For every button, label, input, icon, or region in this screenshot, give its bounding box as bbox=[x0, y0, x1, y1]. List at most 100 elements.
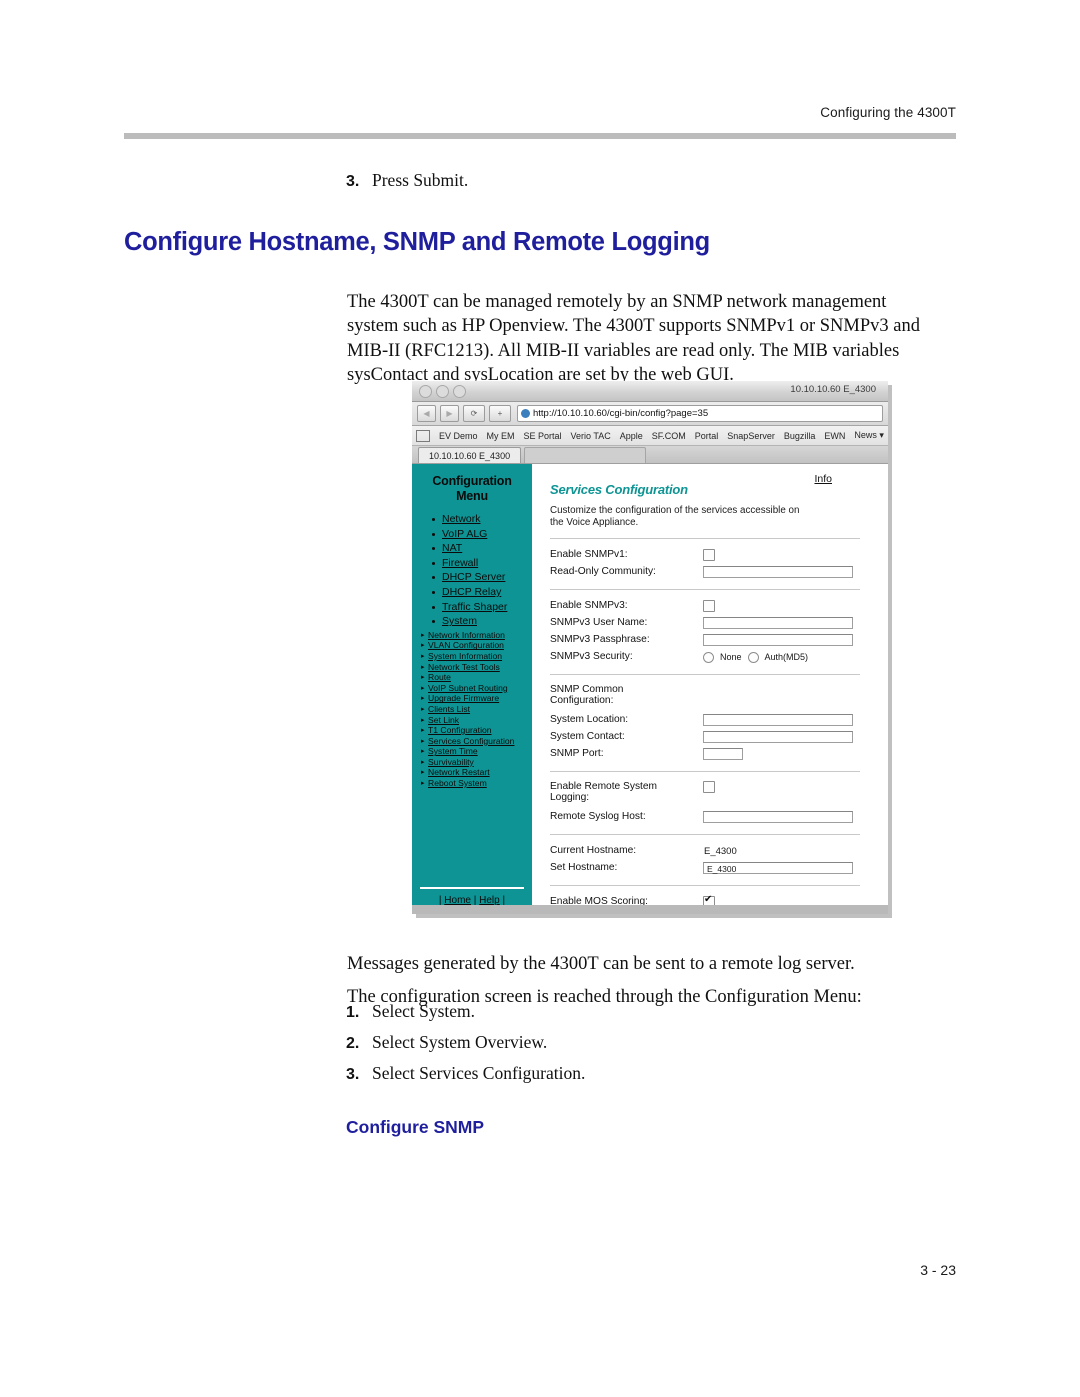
add-bookmark-button[interactable]: + bbox=[489, 405, 511, 422]
tab-empty[interactable] bbox=[524, 447, 647, 463]
minimize-icon[interactable] bbox=[436, 385, 449, 398]
maximize-icon[interactable] bbox=[453, 385, 466, 398]
submenu-link-network-restart[interactable]: Network Restart bbox=[428, 767, 490, 777]
menu-item-nat[interactable]: NAT bbox=[432, 541, 532, 556]
step-1-text: Select System. bbox=[372, 1001, 476, 1021]
menu-item-dhcp-relay[interactable]: DHCP Relay bbox=[432, 585, 532, 600]
submenu-item-set-link[interactable]: Set Link bbox=[421, 715, 529, 726]
submenu-link-system-information[interactable]: System Information bbox=[428, 651, 502, 661]
close-icon[interactable] bbox=[419, 385, 432, 398]
menu-link-system[interactable]: System bbox=[442, 615, 477, 627]
menu-item-firewall[interactable]: Firewall bbox=[432, 556, 532, 571]
submenu-link-set-link[interactable]: Set Link bbox=[428, 715, 459, 725]
field-row-system-contact: System Contact: bbox=[550, 729, 874, 746]
snmp-port-input[interactable] bbox=[703, 748, 743, 761]
bookmark-item[interactable]: EV Demo bbox=[439, 431, 478, 441]
submenu-link-system-time[interactable]: System Time bbox=[428, 746, 478, 756]
submenu-item-vlan-configuration[interactable]: VLAN Configuration bbox=[421, 640, 529, 651]
submenu-item-route[interactable]: Route bbox=[421, 672, 529, 683]
submenu-item-services-configuration[interactable]: Services Configuration bbox=[421, 736, 529, 747]
field-row-enable-snmpv1: Enable SNMPv1: bbox=[550, 547, 874, 564]
bookmark-item[interactable]: Portal bbox=[695, 431, 719, 441]
bookmark-item[interactable]: Bugzilla bbox=[784, 431, 816, 441]
tab-active[interactable]: 10.10.10.60 E_4300 bbox=[418, 447, 522, 463]
bookmarks-book-icon[interactable] bbox=[416, 429, 430, 442]
enable-snmpv3-label: Enable SNMPv3: bbox=[550, 600, 628, 612]
snmpv3-username-label: SNMPv3 User Name: bbox=[550, 617, 648, 629]
menu-item-system[interactable]: System bbox=[432, 614, 532, 629]
submenu-link-services-configuration[interactable]: Services Configuration bbox=[428, 736, 514, 746]
menu-item-network[interactable]: Network bbox=[432, 512, 532, 527]
back-button[interactable]: ◀ bbox=[417, 405, 436, 422]
submenu-item-network-information[interactable]: Network Information bbox=[421, 630, 529, 641]
bookmark-item[interactable]: SE Portal bbox=[524, 431, 562, 441]
menu-item-dhcp-server[interactable]: DHCP Server bbox=[432, 570, 532, 585]
remote-syslog-host-input[interactable] bbox=[703, 811, 853, 824]
step-select-system-overview: 2. Select System Overview. bbox=[346, 1032, 547, 1053]
snmpv3-passphrase-input[interactable] bbox=[703, 634, 853, 647]
submenu-link-clients-list[interactable]: Clients List bbox=[428, 704, 470, 714]
submenu-item-upgrade-firmware[interactable]: Upgrade Firmware bbox=[421, 693, 529, 704]
bookmark-item[interactable]: Apple bbox=[620, 431, 643, 441]
submenu-link-route[interactable]: Route bbox=[428, 672, 451, 682]
menu-link-nat[interactable]: NAT bbox=[442, 542, 462, 554]
menu-item-traffic-shaper[interactable]: Traffic Shaper bbox=[432, 600, 532, 615]
system-contact-input[interactable] bbox=[703, 731, 853, 744]
field-row-snmpv3-security: SNMPv3 Security: None Auth(MD5) bbox=[550, 649, 874, 666]
field-row-snmp-common-heading: SNMP Common Configuration: bbox=[550, 683, 874, 712]
set-hostname-input[interactable]: E_4300 bbox=[703, 862, 853, 875]
submenu-item-system-time[interactable]: System Time bbox=[421, 746, 529, 757]
submenu-link-upgrade-firmware[interactable]: Upgrade Firmware bbox=[428, 693, 499, 703]
submenu-item-clients-list[interactable]: Clients List bbox=[421, 704, 529, 715]
menu-link-voip-alg[interactable]: VoIP ALG bbox=[442, 528, 487, 540]
bookmark-item[interactable]: Verio TAC bbox=[571, 431, 611, 441]
submenu-link-t1-configuration[interactable]: T1 Configuration bbox=[428, 725, 492, 735]
enable-snmpv3-checkbox[interactable] bbox=[703, 600, 715, 613]
menu-link-firewall[interactable]: Firewall bbox=[442, 557, 478, 569]
forward-button[interactable]: ▶ bbox=[440, 405, 459, 422]
enable-remote-logging-checkbox[interactable] bbox=[703, 780, 715, 793]
configuration-submenu-list: Network Information VLAN Configuration S… bbox=[412, 630, 532, 789]
menu-link-dhcp-server[interactable]: DHCP Server bbox=[442, 571, 505, 583]
system-location-input[interactable] bbox=[703, 714, 853, 727]
submenu-link-network-test-tools[interactable]: Network Test Tools bbox=[428, 662, 500, 672]
submenu-link-network-information[interactable]: Network Information bbox=[428, 630, 505, 640]
snmpv3-security-radio-auth[interactable] bbox=[747, 651, 759, 663]
field-row-set-hostname: Set Hostname: E_4300 bbox=[550, 860, 874, 877]
menu-item-voip-alg[interactable]: VoIP ALG bbox=[432, 527, 532, 542]
submenu-link-reboot-system[interactable]: Reboot System bbox=[428, 778, 487, 788]
info-link[interactable]: Info bbox=[814, 473, 832, 485]
submenu-item-system-information[interactable]: System Information bbox=[421, 651, 529, 662]
paragraph-messages: Messages generated by the 4300T can be s… bbox=[347, 953, 855, 974]
bookmark-item[interactable]: My EM bbox=[487, 431, 515, 441]
bookmarks-bar[interactable]: EV Demo My EM SE Portal Verio TAC Apple … bbox=[412, 426, 888, 446]
submenu-link-survivability[interactable]: Survivability bbox=[428, 757, 474, 767]
enable-snmpv1-checkbox[interactable] bbox=[703, 549, 715, 562]
submenu-link-vlan-configuration[interactable]: VLAN Configuration bbox=[428, 640, 504, 650]
address-bar[interactable]: http://10.10.10.60/cgi-bin/config?page=3… bbox=[517, 405, 883, 422]
snmp-port-label: SNMP Port: bbox=[550, 748, 604, 760]
bookmark-item[interactable]: News ▾ bbox=[854, 430, 884, 441]
submenu-link-voip-subnet-routing[interactable]: VoIP Subnet Routing bbox=[428, 683, 508, 693]
submenu-item-reboot-system[interactable]: Reboot System bbox=[421, 778, 529, 789]
sidebar-footer-rule bbox=[420, 887, 524, 889]
bookmark-item[interactable]: SnapServer bbox=[727, 431, 775, 441]
reload-button[interactable]: ⟳ bbox=[463, 405, 485, 422]
window-controls[interactable] bbox=[419, 385, 466, 398]
submenu-item-voip-subnet-routing[interactable]: VoIP Subnet Routing bbox=[421, 683, 529, 694]
field-row-current-hostname: Current Hostname: E_4300 bbox=[550, 843, 874, 860]
browser-screenshot-figure: 10.10.10.60 E_4300 ◀ ▶ ⟳ + http://10.10.… bbox=[412, 381, 888, 914]
submenu-item-network-test-tools[interactable]: Network Test Tools bbox=[421, 662, 529, 673]
submenu-item-survivability[interactable]: Survivability bbox=[421, 757, 529, 768]
snmpv3-username-input[interactable] bbox=[703, 617, 853, 630]
enable-remote-logging-line1: Enable Remote System bbox=[550, 780, 658, 792]
snmpv3-security-radio-none[interactable] bbox=[703, 651, 714, 663]
bookmark-item[interactable]: EWN bbox=[824, 431, 845, 441]
submenu-item-t1-configuration[interactable]: T1 Configuration bbox=[421, 725, 529, 736]
menu-link-traffic-shaper[interactable]: Traffic Shaper bbox=[442, 601, 507, 613]
submenu-item-network-restart[interactable]: Network Restart bbox=[421, 767, 529, 778]
menu-link-dhcp-relay[interactable]: DHCP Relay bbox=[442, 586, 501, 598]
read-only-community-input[interactable] bbox=[703, 566, 853, 579]
menu-link-network[interactable]: Network bbox=[442, 513, 481, 525]
bookmark-item[interactable]: SF.COM bbox=[652, 431, 686, 441]
